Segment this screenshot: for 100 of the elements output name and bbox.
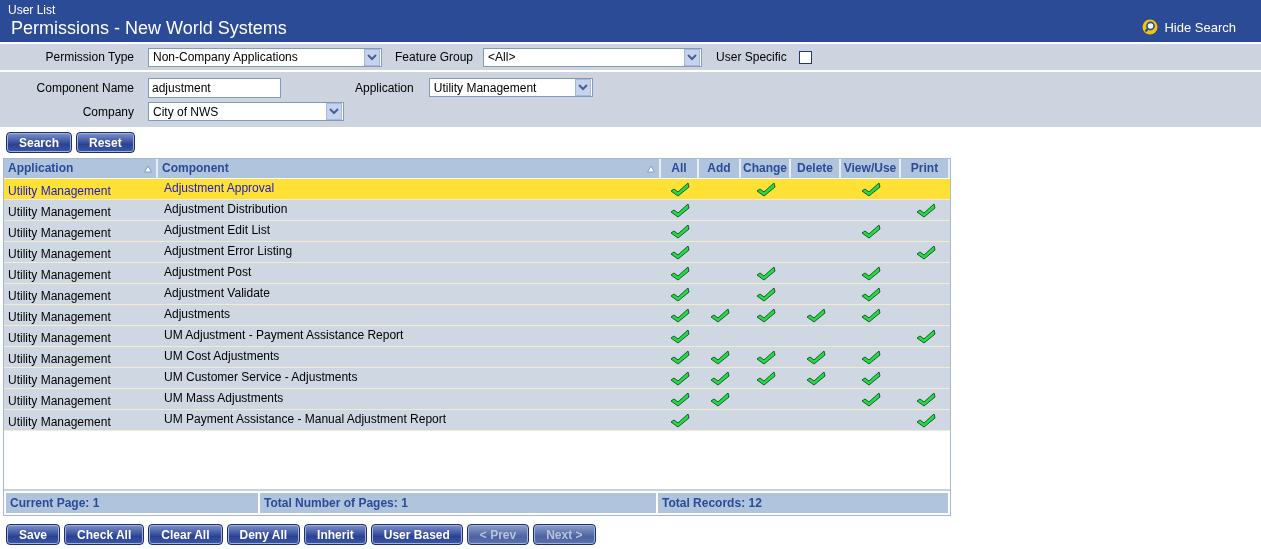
checkmark-icon[interactable] (861, 286, 881, 302)
sort-icon[interactable] (144, 164, 152, 173)
checkmark-icon[interactable] (806, 349, 826, 365)
checkmark-icon[interactable] (806, 370, 826, 386)
field-label: Component Name (35, 80, 134, 95)
table-row[interactable]: Utility Management Adjustments (4, 305, 950, 326)
table-cell-text: Utility Management (7, 413, 112, 430)
footer-cell: Total Number of Pages: 1 (260, 493, 656, 513)
table-cell-text: UM Cost Adjustments (163, 347, 281, 365)
checkmark-icon[interactable] (915, 391, 936, 407)
checkmark-icon[interactable] (861, 349, 881, 365)
company-dropdown[interactable]: City of NWS (148, 102, 344, 121)
checkmark-icon[interactable] (670, 202, 690, 218)
table-cell-text: Adjustment Distribution (163, 200, 289, 218)
checkmark-icon[interactable] (861, 265, 881, 281)
column-header-label: Component (162, 160, 229, 177)
breadcrumb-link[interactable]: User List (8, 3, 287, 17)
field-label: Feature Group (395, 50, 474, 64)
checkmark-icon[interactable] (670, 412, 690, 428)
checkmark-icon[interactable] (670, 328, 690, 344)
permission-type-dropdown[interactable]: Non-Company Applications (148, 47, 382, 67)
table-cell-text: Utility Management (7, 245, 112, 262)
table-cell-text: Adjustments (163, 305, 232, 323)
checkmark-icon[interactable] (756, 349, 776, 365)
table-cell-text: Utility Management (7, 308, 112, 325)
search-icon (1142, 19, 1159, 35)
component-name-field[interactable]: adjustment (148, 77, 281, 98)
table-row[interactable]: Utility Management Adjustment Approval (4, 179, 950, 200)
table-row[interactable]: Utility Management Adjustment Validate (4, 284, 950, 305)
checkmark-icon[interactable] (806, 307, 826, 323)
feature-group-dropdown[interactable]: <All> (483, 47, 703, 67)
footer-cell: Current Page: 1 (6, 493, 258, 513)
checkmark-icon[interactable] (756, 265, 776, 281)
checkmark-icon[interactable] (756, 286, 776, 302)
checkmark-icon[interactable] (756, 370, 776, 386)
checkmark-icon[interactable] (861, 307, 881, 323)
table-row[interactable]: Utility Management UM Adjustment - Payment Assistance Report (4, 326, 950, 347)
table-row[interactable]: Utility Management Adjustment Distribution (4, 200, 950, 221)
action-button[interactable]: Reset (76, 132, 135, 153)
table-row[interactable]: Utility Management UM Payment Assistance - Manual Adjustment Report (4, 410, 950, 431)
checkmark-icon[interactable] (670, 391, 690, 407)
table-row[interactable]: Utility Management UM Mass Adjustments (4, 389, 950, 410)
footer-cell: Total Records: 12 (658, 493, 948, 513)
table-cell-text: UM Adjustment - Payment Assistance Report (163, 326, 405, 344)
checkmark-icon[interactable] (710, 391, 730, 407)
table-cell-text: Adjustment Error Listing (163, 242, 294, 260)
table-cell-text: Utility Management (7, 266, 112, 283)
checkmark-icon[interactable] (710, 370, 730, 386)
action-button[interactable]: Deny All (226, 524, 301, 545)
action-button[interactable]: Save (6, 524, 61, 545)
table-cell-text: Utility Management (7, 224, 112, 241)
table-cell-text: Utility Management (7, 203, 112, 220)
checkmark-icon[interactable] (670, 265, 690, 281)
application-dropdown[interactable]: Utility Management (428, 78, 593, 97)
table-cell-text: Adjustment Edit List (163, 221, 272, 239)
checkmark-icon[interactable] (710, 307, 730, 323)
field-label: Company (81, 104, 134, 119)
checkmark-icon[interactable] (756, 181, 776, 197)
checkmark-icon[interactable] (670, 349, 690, 365)
field-label: User Specific (716, 50, 787, 64)
action-button[interactable]: Search (6, 132, 73, 153)
table-cell-text: UM Customer Service - Adjustments (163, 368, 359, 386)
field-label: Application (355, 80, 414, 95)
table-row[interactable]: Utility Management Adjustment Edit List (4, 221, 950, 242)
checkmark-icon[interactable] (670, 307, 690, 323)
checkmark-icon[interactable] (915, 202, 936, 218)
action-button[interactable]: Clear All (148, 524, 223, 545)
checkmark-icon[interactable] (861, 181, 881, 197)
table-cell-text: Utility Management (7, 287, 112, 304)
checkmark-icon[interactable] (710, 349, 730, 365)
table-cell-text: Adjustment Post (163, 263, 253, 281)
table-row[interactable]: Utility Management Adjustment Error Listing (4, 242, 950, 263)
checkmark-icon[interactable] (670, 223, 690, 239)
sort-icon[interactable] (647, 164, 655, 173)
checkmark-icon[interactable] (756, 307, 776, 323)
action-button[interactable]: Inherit (304, 524, 367, 545)
table-row[interactable]: Utility Management Adjustment Post (4, 263, 950, 284)
field-label: Permission Type (44, 50, 134, 64)
user-specific-checkbox[interactable] (798, 50, 812, 64)
table-cell-text: UM Mass Adjustments (163, 389, 285, 407)
table-cell-text: Utility Management (7, 350, 112, 367)
action-button[interactable]: Check All (64, 524, 145, 545)
checkmark-icon[interactable] (861, 370, 881, 386)
checkmark-icon[interactable] (915, 244, 936, 260)
table-row[interactable]: Utility Management UM Customer Service - Adjustments (4, 368, 950, 389)
checkmark-icon[interactable] (670, 370, 690, 386)
checkmark-icon[interactable] (670, 244, 690, 260)
checkmark-icon[interactable] (915, 328, 936, 344)
checkmark-icon[interactable] (670, 181, 690, 197)
checkmark-icon[interactable] (861, 223, 881, 239)
table-row[interactable]: Utility Management UM Cost Adjustments (4, 347, 950, 368)
checkmark-icon[interactable] (670, 286, 690, 302)
checkmark-icon[interactable] (861, 391, 881, 407)
action-button[interactable]: User Based (370, 524, 463, 545)
checkmark-icon[interactable] (915, 412, 936, 428)
table-cell-text: Utility Management (7, 371, 112, 388)
hide-search-link[interactable]: Hide Search (1142, 19, 1236, 35)
table-cell-text: Adjustment Validate (163, 284, 271, 302)
table-cell-text: Utility Management (7, 392, 112, 409)
table-cell-text: Utility Management (7, 182, 112, 199)
